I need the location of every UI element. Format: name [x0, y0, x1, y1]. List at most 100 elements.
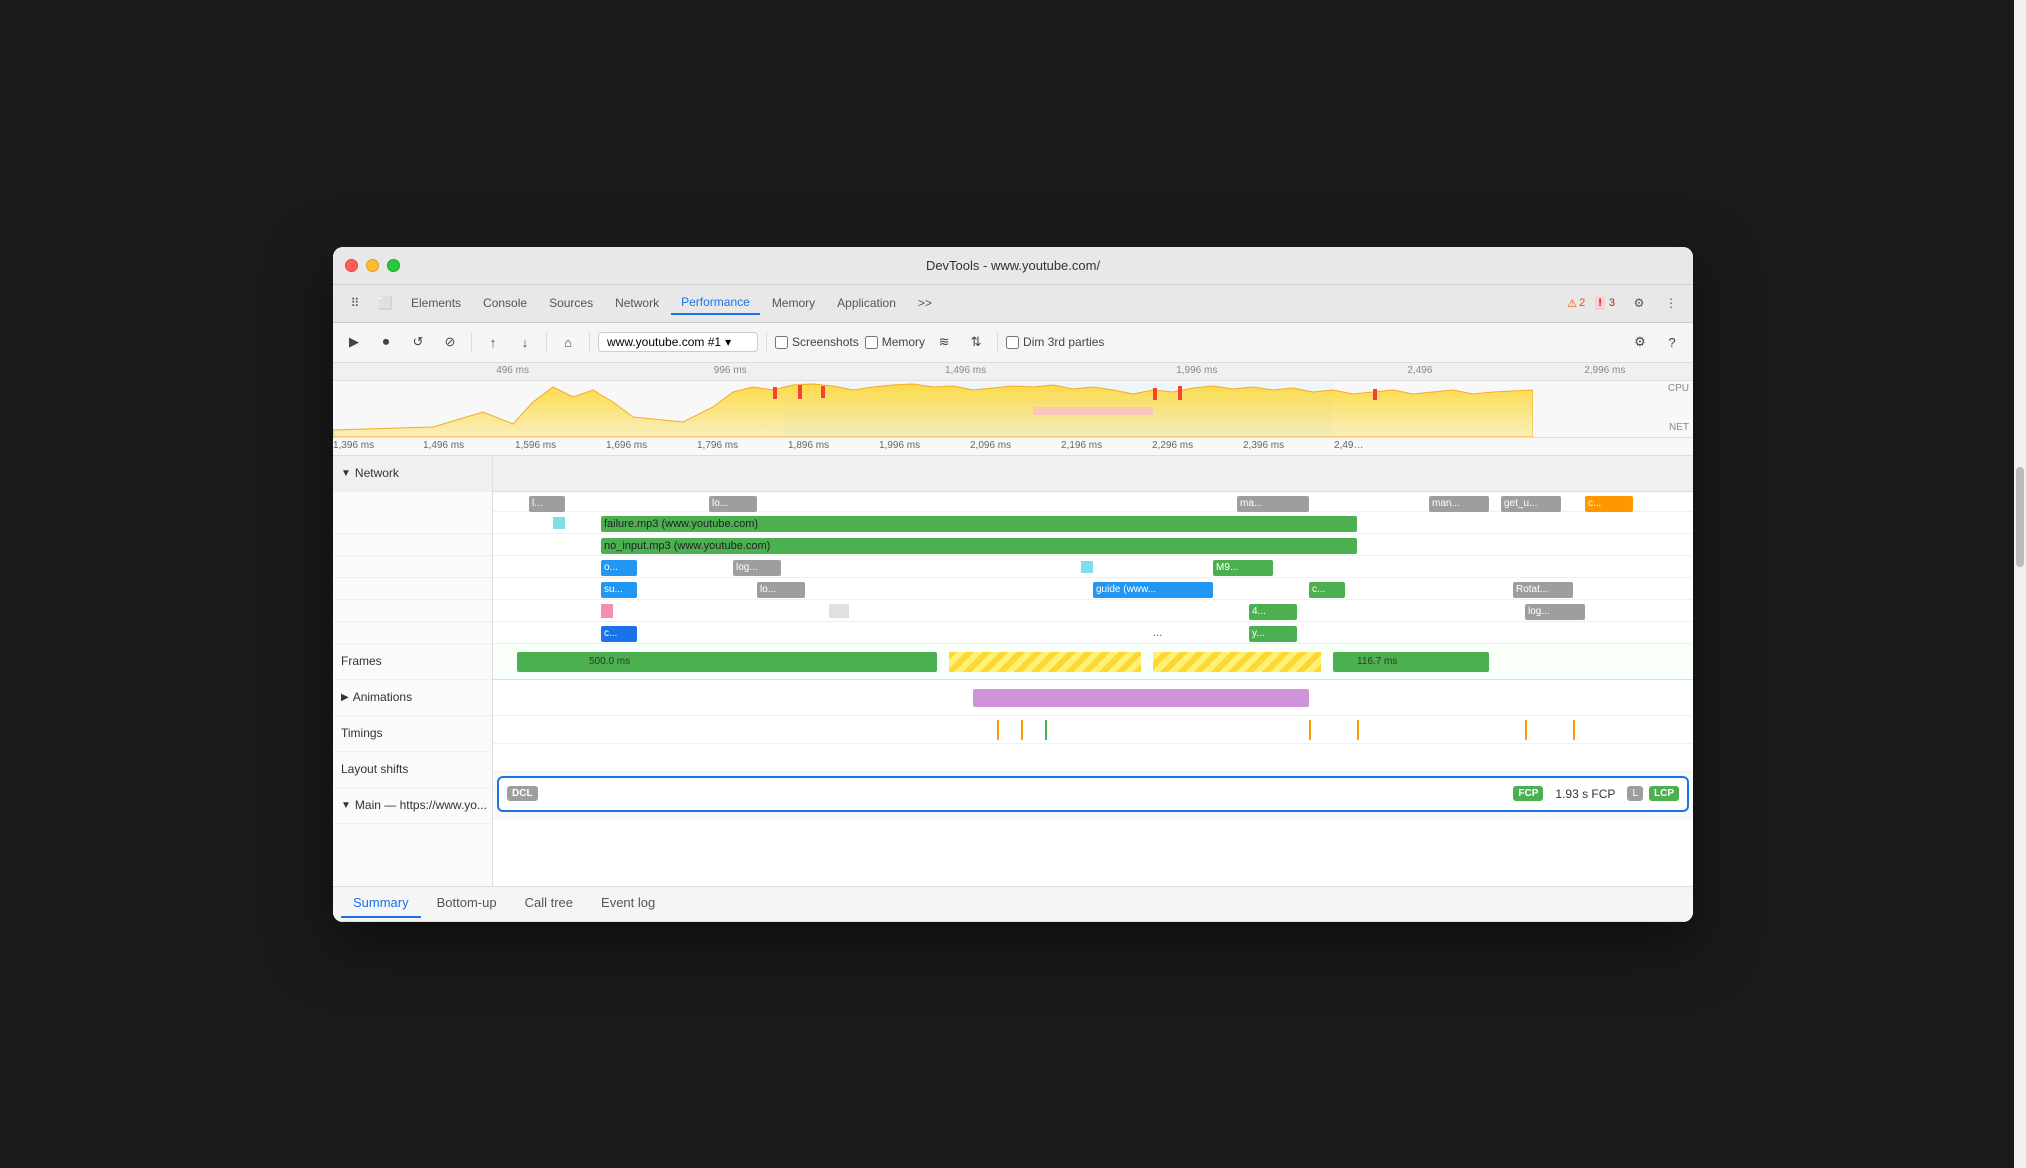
frame-stripe-2	[1153, 652, 1321, 672]
ruler-tick-4: 1,996 ms	[1176, 365, 1217, 376]
home-button[interactable]: ⌂	[555, 329, 581, 355]
screenshots-checkbox[interactable]	[775, 336, 788, 349]
sidebar-toggle-button[interactable]: ▶	[341, 329, 367, 355]
toolbar: ▶ ⏺ ↺ ⊘ ↑ ↓ ⌂ www.youtube.com #1 ▾ Scree…	[333, 323, 1693, 363]
error-badge[interactable]: ! 3	[1595, 296, 1615, 310]
url-selector[interactable]: www.youtube.com #1 ▾	[598, 332, 758, 352]
capture-settings-button[interactable]: ⚙	[1627, 329, 1653, 355]
timeline-tracks: l... lo... ma... man... get_u... c... fa…	[493, 456, 1693, 886]
net-bar-4[interactable]: 4...	[1249, 604, 1297, 620]
net-row-4-label	[333, 556, 492, 578]
overview-panel[interactable]: 496 ms 996 ms 1,496 ms 1,996 ms 2,496 2,…	[333, 363, 1693, 438]
inspect-icon[interactable]: ⠿	[341, 289, 369, 317]
timing-marker-4	[1357, 720, 1359, 740]
separator5	[997, 332, 998, 352]
download-button[interactable]: ↓	[512, 329, 538, 355]
frames-label-row[interactable]: Frames	[333, 644, 492, 680]
net-bar-c[interactable]: c...	[1585, 496, 1633, 512]
main-row: DCL FCP 1.93 s FCP L LCP	[493, 772, 1693, 820]
tab-network[interactable]: Network	[605, 292, 669, 314]
net-row-5-label	[333, 578, 492, 600]
c-gray-sq	[829, 604, 849, 618]
tab-elements[interactable]: Elements	[401, 292, 471, 314]
tab-calltree[interactable]: Call tree	[513, 889, 585, 918]
tab-memory[interactable]: Memory	[762, 292, 825, 314]
bottom-tabs: Summary Bottom-up Call tree Event log	[333, 886, 1693, 922]
net-bar-man[interactable]: man...	[1429, 496, 1489, 512]
settings-icon[interactable]: ⚙	[1625, 289, 1653, 317]
o-blue-sq	[1081, 561, 1093, 573]
warning-badge[interactable]: ⚠ 2	[1567, 297, 1585, 310]
net-row-7-label	[333, 622, 492, 644]
animations-label-row[interactable]: ▶ Animations	[333, 680, 492, 716]
tl-tick-5: 1,896 ms	[788, 440, 829, 451]
cpu-label: CPU	[1668, 383, 1689, 394]
net-row-1-label	[333, 492, 492, 512]
net-bar-su[interactable]: su...	[601, 582, 637, 598]
timeline-ruler: 1,396 ms 1,496 ms 1,596 ms 1,696 ms 1,79…	[333, 438, 1693, 456]
main-chevron: ▼	[341, 800, 351, 811]
timing-marker-6	[1573, 720, 1575, 740]
net-bar-log[interactable]: log...	[733, 560, 781, 576]
net-bar-c2[interactable]: c...	[1309, 582, 1345, 598]
url-chevron[interactable]: ▾	[725, 335, 731, 349]
animations-chevron: ▶	[341, 692, 349, 703]
tab-performance[interactable]: Performance	[671, 291, 760, 315]
dim-parties-checkbox[interactable]	[1006, 336, 1019, 349]
net-bar-ma[interactable]: ma...	[1237, 496, 1309, 512]
net-bar-y[interactable]: y...	[1249, 626, 1297, 642]
close-button[interactable]	[345, 259, 358, 272]
memory-checkbox[interactable]	[865, 336, 878, 349]
tab-eventlog[interactable]: Event log	[589, 889, 667, 918]
help-button[interactable]: ?	[1659, 329, 1685, 355]
net-row-noinput: no_input.mp3 (www.youtube.com)	[493, 534, 1693, 556]
memory-icon-button[interactable]: ≋	[931, 329, 957, 355]
net-bar-guide[interactable]: guide (www...	[1093, 582, 1213, 598]
tab-summary[interactable]: Summary	[341, 889, 421, 918]
net-bar-c3[interactable]: c...	[601, 626, 637, 642]
tab-console[interactable]: Console	[473, 292, 537, 314]
timings-label-row[interactable]: Timings	[333, 716, 492, 752]
net-bar-lo2[interactable]: lo...	[757, 582, 805, 598]
screenshots-checkbox-group: Screenshots	[775, 335, 859, 349]
timings-row	[493, 716, 1693, 744]
record-button[interactable]: ⏺	[373, 329, 399, 355]
net-bar-getu[interactable]: get_u...	[1501, 496, 1561, 512]
main-label-row[interactable]: ▼ Main — https://www.yo...	[333, 788, 492, 824]
network-section-label[interactable]: ▼ Network	[333, 456, 492, 492]
tab-icons-right: ⚠ 2 ! 3 ⚙ ⋮	[1567, 289, 1685, 317]
tab-application[interactable]: Application	[827, 292, 906, 314]
net-row-6-label	[333, 600, 492, 622]
screenshots-label: Screenshots	[792, 335, 859, 349]
frame-green-1	[517, 652, 937, 672]
net-bar-l[interactable]: l...	[529, 496, 565, 512]
timing-marker-5	[1525, 720, 1527, 740]
net-bar-log2[interactable]: log...	[1525, 604, 1585, 620]
refresh-button[interactable]: ↺	[405, 329, 431, 355]
responsive-icon[interactable]: ⬜	[371, 289, 399, 317]
tab-sources[interactable]: Sources	[539, 292, 603, 314]
net-bar-failure[interactable]: failure.mp3 (www.youtube.com)	[601, 516, 1357, 532]
upload-button[interactable]: ↑	[480, 329, 506, 355]
tab-more[interactable]: >>	[908, 292, 942, 314]
titlebar: DevTools - www.youtube.com/	[333, 247, 1693, 285]
net-row-o: o... log... M9...	[493, 556, 1693, 578]
minimize-button[interactable]	[366, 259, 379, 272]
throttle-button[interactable]: ⇅	[963, 329, 989, 355]
net-bar-lo[interactable]: lo...	[709, 496, 757, 512]
animations-label: Animations	[353, 690, 412, 704]
more-icon[interactable]: ⋮	[1657, 289, 1685, 317]
tab-bottomup[interactable]: Bottom-up	[425, 889, 509, 918]
separator4	[766, 332, 767, 352]
net-bar-o[interactable]: o...	[601, 560, 637, 576]
net-bar-rotat[interactable]: Rotat...	[1513, 582, 1573, 598]
net-row-su: su... lo... guide (www... c... Rotat...	[493, 578, 1693, 600]
layout-shifts-label-row[interactable]: Layout shifts	[333, 752, 492, 788]
clear-button[interactable]: ⊘	[437, 329, 463, 355]
frames-label: Frames	[341, 654, 382, 668]
maximize-button[interactable]	[387, 259, 400, 272]
net-bar-m9[interactable]: M9...	[1213, 560, 1273, 576]
net-bar-noinput[interactable]: no_input.mp3 (www.youtube.com)	[601, 538, 1357, 554]
frames-row: 500.0 ms 116.7 ms	[493, 644, 1693, 680]
timing-marker-2	[1021, 720, 1023, 740]
